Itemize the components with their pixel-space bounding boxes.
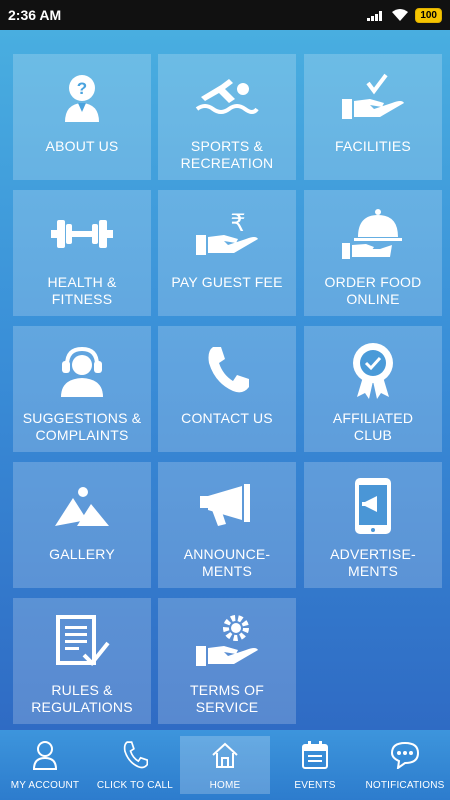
tile-health-fitness[interactable]: HEALTH & FITNESS xyxy=(13,190,151,316)
tile-order-food-online[interactable]: ORDER FOOD ONLINE xyxy=(304,190,442,316)
calendar-icon xyxy=(297,738,333,772)
signal-icon xyxy=(367,9,385,21)
tile-facilities[interactable]: FACILITIES xyxy=(304,54,442,180)
tab-label: EVENTS xyxy=(294,780,336,791)
tile-label: HEALTH & FITNESS xyxy=(47,274,117,307)
dumbbell-icon xyxy=(47,204,117,264)
tile-label: AFFILIATED CLUB xyxy=(332,410,414,443)
tile-label: ORDER FOOD ONLINE xyxy=(324,274,422,307)
chat-bubble-icon xyxy=(387,738,423,772)
phone-megaphone-icon xyxy=(338,476,408,536)
tile-suggestions-complaints[interactable]: SUGGESTIONS & COMPLAINTS xyxy=(13,326,151,452)
user-icon xyxy=(27,738,63,772)
tile-label: ABOUT US xyxy=(45,138,119,154)
tile-announcements[interactable]: ANNOUNCE- MENTS xyxy=(158,462,296,588)
tile-advertisements[interactable]: ADVERTISE- MENTS xyxy=(304,462,442,588)
main-menu-grid: ? ABOUT US SPORTS & RECREATION FACILITIE… xyxy=(0,30,450,730)
tile-label: ANNOUNCE- MENTS xyxy=(183,546,271,579)
phone-icon xyxy=(117,738,153,772)
tab-label: CLICK TO CALL xyxy=(96,780,174,791)
tab-notifications[interactable]: NOTIFICATIONS xyxy=(360,730,450,800)
tile-pay-guest-fee[interactable]: ₹ PAY GUEST FEE xyxy=(158,190,296,316)
question-person-icon: ? xyxy=(47,68,117,128)
megaphone-icon xyxy=(192,476,262,536)
tile-label: SUGGESTIONS & COMPLAINTS xyxy=(22,410,142,443)
tab-click-to-call[interactable]: CLICK TO CALL xyxy=(90,730,180,800)
tile-label: GALLERY xyxy=(49,546,115,562)
tile-sports-recreation[interactable]: SPORTS & RECREATION xyxy=(158,54,296,180)
tile-label: TERMS OF SERVICE xyxy=(190,682,264,715)
hand-check-icon xyxy=(338,68,408,128)
status-bar: 2:36 AM 100 xyxy=(0,0,450,30)
tile-about-us[interactable]: ? ABOUT US xyxy=(13,54,151,180)
tab-label: MY ACCOUNT xyxy=(10,780,80,791)
tile-affiliated-club[interactable]: AFFILIATED CLUB xyxy=(304,326,442,452)
mountain-sun-icon xyxy=(47,476,117,536)
tile-rules-regulations[interactable]: RULES & REGULATIONS xyxy=(13,598,151,724)
svg-text:?: ? xyxy=(77,79,87,98)
food-cloche-icon xyxy=(338,204,408,264)
hand-gear-icon xyxy=(192,612,262,672)
home-icon xyxy=(207,738,243,772)
hand-rupee-icon: ₹ xyxy=(192,204,262,264)
tile-terms-of-service[interactable]: TERMS OF SERVICE xyxy=(158,598,296,724)
phone-icon xyxy=(192,340,262,400)
tile-label: SPORTS & RECREATION xyxy=(180,138,274,171)
bottom-tab-bar: MY ACCOUNT CLICK TO CALL HOME EVENTS NOT… xyxy=(0,730,450,800)
tile-contact-us[interactable]: CONTACT US xyxy=(158,326,296,452)
tile-label: RULES & REGULATIONS xyxy=(31,682,133,715)
tab-my-account[interactable]: MY ACCOUNT xyxy=(0,730,90,800)
svg-text:₹: ₹ xyxy=(230,209,245,237)
tile-label: PAY GUEST FEE xyxy=(171,274,283,290)
badge-icon xyxy=(338,340,408,400)
status-icons: 100 xyxy=(367,7,442,23)
document-check-icon xyxy=(47,612,117,672)
battery-indicator: 100 xyxy=(415,7,442,23)
tile-label: FACILITIES xyxy=(335,138,411,154)
tile-label: CONTACT US xyxy=(181,410,273,426)
wifi-icon xyxy=(391,8,409,22)
tab-label: HOME xyxy=(209,780,241,791)
tile-gallery[interactable]: GALLERY xyxy=(13,462,151,588)
headset-person-icon xyxy=(47,340,117,400)
status-time: 2:36 AM xyxy=(8,7,62,23)
tab-events[interactable]: EVENTS xyxy=(270,730,360,800)
tab-home[interactable]: HOME xyxy=(180,736,270,794)
tile-label: ADVERTISE- MENTS xyxy=(330,546,416,579)
tab-label: NOTIFICATIONS xyxy=(365,780,445,791)
swimmer-icon xyxy=(192,68,262,128)
